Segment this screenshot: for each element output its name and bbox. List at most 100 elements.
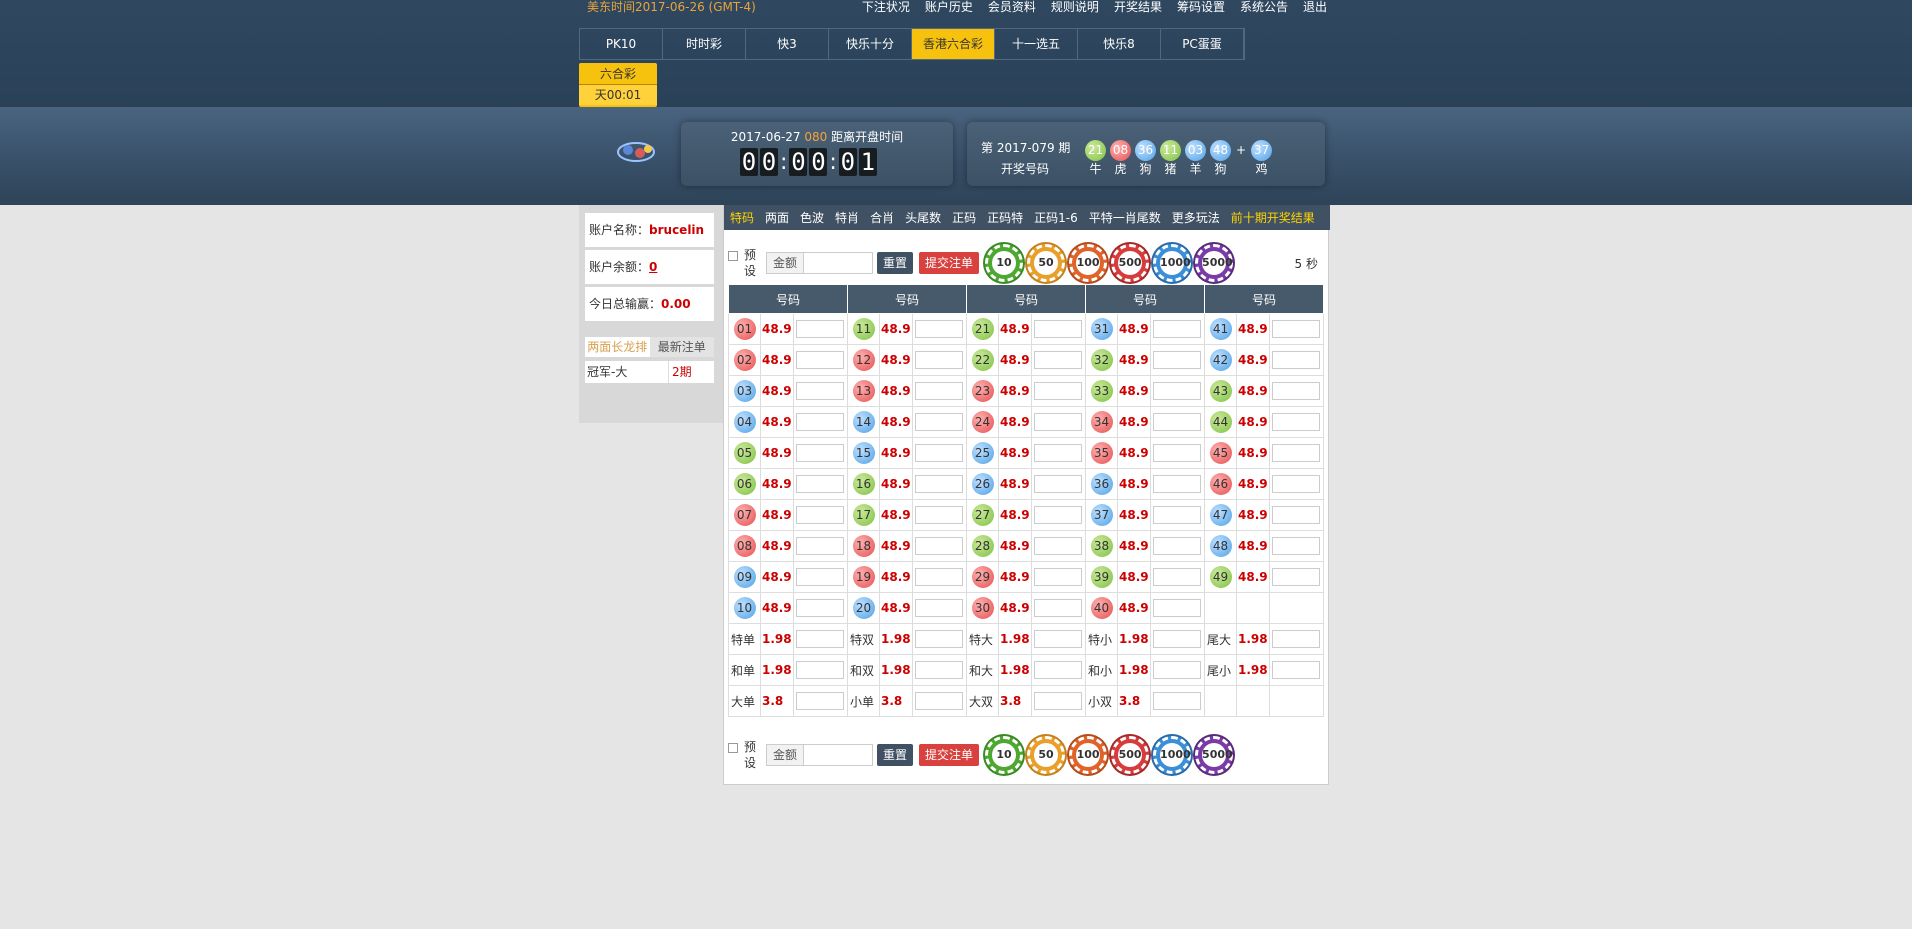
bet-amount-input[interactable] [915, 692, 963, 710]
bet-amount-input[interactable] [1153, 692, 1201, 710]
play-type-item[interactable]: 两面 [765, 209, 789, 226]
chip-10-icon[interactable]: 10 [985, 736, 1024, 774]
bet-amount-input[interactable] [1153, 599, 1201, 617]
bet-amount-input[interactable] [1153, 630, 1201, 648]
chip-1000-icon[interactable]: 1000 [1153, 244, 1192, 282]
chip-10-icon[interactable]: 10 [985, 244, 1024, 282]
bet-amount-input[interactable] [796, 382, 844, 400]
bet-amount-input[interactable] [915, 320, 963, 338]
amount-input[interactable] [803, 744, 874, 766]
chip-50-icon[interactable]: 50 [1027, 736, 1066, 774]
nav-bet-status[interactable]: 下注状况 [862, 0, 910, 14]
bet-amount-input[interactable] [1272, 320, 1320, 338]
nav-results[interactable]: 开奖结果 [1114, 0, 1162, 14]
play-type-item[interactable]: 正码 [952, 209, 976, 226]
bet-amount-input[interactable] [796, 320, 844, 338]
bet-amount-input[interactable] [796, 661, 844, 679]
play-type-item[interactable]: 特码 [730, 209, 754, 226]
bet-amount-input[interactable] [796, 506, 844, 524]
nav-member-info[interactable]: 会员资料 [988, 0, 1036, 14]
bet-amount-input[interactable] [1153, 382, 1201, 400]
bet-amount-input[interactable] [915, 630, 963, 648]
bet-amount-input[interactable] [1153, 537, 1201, 555]
bet-amount-input[interactable] [1153, 320, 1201, 338]
tab-long-dragon[interactable]: 两面长龙排 [585, 337, 650, 357]
bet-amount-input[interactable] [915, 537, 963, 555]
nav-account-history[interactable]: 账户历史 [925, 0, 973, 14]
bet-amount-input[interactable] [1272, 537, 1320, 555]
bet-amount-input[interactable] [1034, 444, 1082, 462]
tab-k3[interactable]: 快3 [746, 29, 829, 59]
bet-amount-input[interactable] [796, 475, 844, 493]
play-type-item[interactable]: 正码1-6 [1034, 209, 1078, 226]
bet-amount-input[interactable] [915, 413, 963, 431]
preset-checkbox[interactable] [728, 251, 738, 261]
tab-11x5[interactable]: 十一选五 [995, 29, 1078, 59]
chip-100-icon[interactable]: 100 [1069, 736, 1108, 774]
chip-50-icon[interactable]: 50 [1027, 244, 1066, 282]
bet-amount-input[interactable] [1272, 630, 1320, 648]
bet-amount-input[interactable] [1272, 506, 1320, 524]
bet-amount-input[interactable] [796, 692, 844, 710]
bet-amount-input[interactable] [1034, 382, 1082, 400]
chip-1000-icon[interactable]: 1000 [1153, 736, 1192, 774]
bet-amount-input[interactable] [915, 475, 963, 493]
bet-amount-input[interactable] [1034, 599, 1082, 617]
bet-amount-input[interactable] [915, 661, 963, 679]
nav-rules[interactable]: 规则说明 [1051, 0, 1099, 14]
bet-amount-input[interactable] [1153, 413, 1201, 431]
bet-amount-input[interactable] [796, 351, 844, 369]
bet-amount-input[interactable] [1153, 351, 1201, 369]
bet-amount-input[interactable] [1153, 444, 1201, 462]
bet-amount-input[interactable] [915, 568, 963, 586]
bet-amount-input[interactable] [1153, 568, 1201, 586]
bet-amount-input[interactable] [1272, 382, 1320, 400]
sub-tab-mark-six[interactable]: 六合彩 天00:01 [579, 63, 657, 107]
bet-amount-input[interactable] [1272, 661, 1320, 679]
bet-amount-input[interactable] [1034, 661, 1082, 679]
bet-amount-input[interactable] [915, 444, 963, 462]
chip-5000-icon[interactable]: 5000 [1195, 736, 1234, 774]
play-type-item[interactable]: 头尾数 [905, 209, 941, 226]
bet-amount-input[interactable] [1034, 568, 1082, 586]
tab-pk10[interactable]: PK10 [580, 29, 663, 59]
preset-checkbox[interactable] [728, 743, 738, 753]
nav-logout[interactable]: 退出 [1303, 0, 1327, 14]
tab-kl8[interactable]: 快乐8 [1078, 29, 1161, 59]
bet-amount-input[interactable] [1272, 444, 1320, 462]
bet-amount-input[interactable] [1034, 537, 1082, 555]
tab-ssc[interactable]: 时时彩 [663, 29, 746, 59]
bet-amount-input[interactable] [1034, 413, 1082, 431]
play-type-item[interactable]: 特肖 [835, 209, 859, 226]
bet-amount-input[interactable] [915, 382, 963, 400]
bet-amount-input[interactable] [915, 351, 963, 369]
tab-pc-egg[interactable]: PC蛋蛋 [1161, 29, 1244, 59]
bet-amount-input[interactable] [796, 568, 844, 586]
bet-amount-input[interactable] [796, 630, 844, 648]
nav-chip-settings[interactable]: 筹码设置 [1177, 0, 1225, 14]
bet-amount-input[interactable] [1034, 475, 1082, 493]
tab-latest-bets[interactable]: 最新注单 [649, 337, 714, 357]
bet-amount-input[interactable] [1034, 506, 1082, 524]
chip-5000-icon[interactable]: 5000 [1195, 244, 1234, 282]
bet-amount-input[interactable] [1272, 413, 1320, 431]
bet-amount-input[interactable] [1153, 506, 1201, 524]
bet-amount-input[interactable] [915, 599, 963, 617]
tab-klsf[interactable]: 快乐十分 [829, 29, 912, 59]
bet-amount-input[interactable] [1034, 692, 1082, 710]
chip-500-icon[interactable]: 500 [1111, 244, 1150, 282]
account-balance[interactable]: 0 [649, 260, 657, 274]
play-type-item[interactable]: 更多玩法 [1172, 209, 1220, 226]
bet-amount-input[interactable] [796, 537, 844, 555]
bet-amount-input[interactable] [1272, 568, 1320, 586]
chip-500-icon[interactable]: 500 [1111, 736, 1150, 774]
bet-amount-input[interactable] [796, 444, 844, 462]
bet-amount-input[interactable] [1034, 320, 1082, 338]
play-type-item[interactable]: 平特一肖尾数 [1089, 209, 1161, 226]
chip-100-icon[interactable]: 100 [1069, 244, 1108, 282]
bet-amount-input[interactable] [796, 413, 844, 431]
play-type-item[interactable]: 正码特 [987, 209, 1023, 226]
bet-amount-input[interactable] [1153, 661, 1201, 679]
bet-amount-input[interactable] [1272, 475, 1320, 493]
bet-amount-input[interactable] [1272, 351, 1320, 369]
